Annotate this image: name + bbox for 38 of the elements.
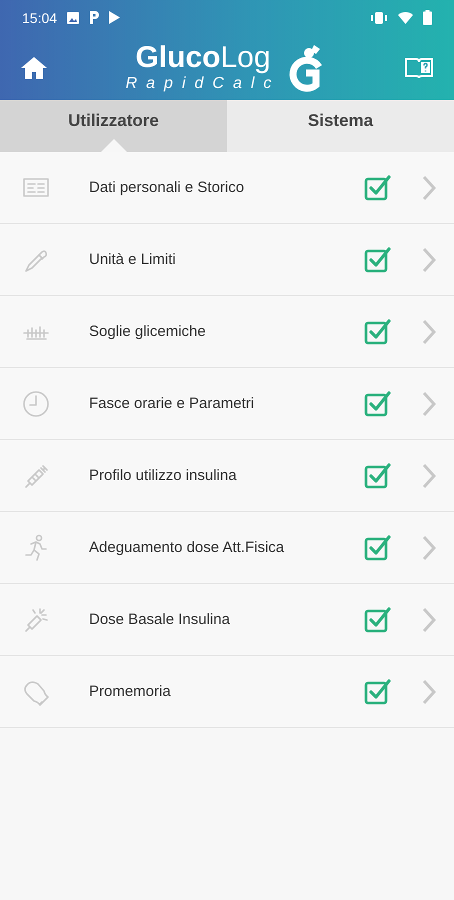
image-icon xyxy=(67,12,80,24)
logo-title: GlucoLog xyxy=(135,42,271,72)
settings-label: Promemoria xyxy=(89,683,172,700)
chevron-right-icon xyxy=(422,462,436,488)
settings-label: Fasce orarie e Parametri xyxy=(89,395,256,412)
checked-checkbox-icon[interactable] xyxy=(364,174,392,202)
chevron-right-icon xyxy=(422,606,436,632)
battery-icon xyxy=(423,10,432,25)
settings-label: Dati personali e Storico xyxy=(89,179,246,196)
vibrate-icon xyxy=(370,12,388,24)
settings-label: Unità e Limiti xyxy=(89,251,177,268)
checked-checkbox-icon[interactable] xyxy=(364,678,392,706)
settings-label: Soglie glicemiche xyxy=(89,323,207,340)
checked-checkbox-icon[interactable] xyxy=(364,246,392,274)
chevron-right-icon xyxy=(422,390,436,416)
tab[interactable]: Utilizzatore xyxy=(0,100,227,152)
checked-checkbox-icon[interactable] xyxy=(364,534,392,562)
tab[interactable]: Sistema xyxy=(227,100,454,152)
settings-label: Adeguamento dose Att.Fisica xyxy=(89,539,286,556)
chevron-right-icon xyxy=(422,174,436,200)
chevron-right-icon xyxy=(422,678,436,704)
checked-checkbox-icon[interactable] xyxy=(364,390,392,418)
wifi-icon xyxy=(398,12,413,24)
play-store-icon xyxy=(109,11,120,24)
logo-subtitle: RapidCalc xyxy=(126,74,280,92)
parking-icon xyxy=(89,11,100,24)
chevron-right-icon xyxy=(422,534,436,560)
clock-icon xyxy=(22,390,50,418)
help-book-icon[interactable] xyxy=(404,56,434,80)
checked-checkbox-icon[interactable] xyxy=(364,462,392,490)
checked-checkbox-icon[interactable] xyxy=(364,606,392,634)
checked-checkbox-icon[interactable] xyxy=(364,318,392,346)
home-icon[interactable] xyxy=(20,56,48,80)
clock: 15:04 xyxy=(22,10,58,26)
chevron-right-icon xyxy=(422,246,436,272)
settings-label: Dose Basale Insulina xyxy=(89,611,231,628)
settings-label: Profilo utilizzo insulina xyxy=(89,467,238,484)
chevron-right-icon xyxy=(422,318,436,344)
